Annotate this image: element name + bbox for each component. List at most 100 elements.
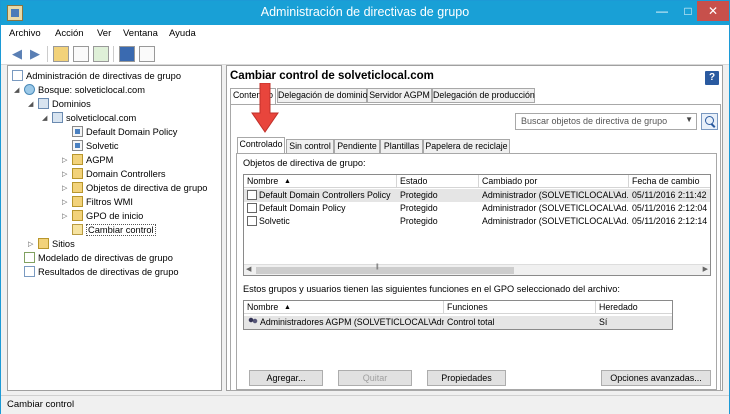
gpo-list-header: Nombre ▲ Estado Cambiado por Fecha de ca…: [244, 175, 710, 188]
show-hide-tree-icon[interactable]: [73, 46, 89, 62]
details-pane: Cambiar control de solveticlocal.com ? C…: [226, 65, 723, 391]
tree-domains[interactable]: Dominios: [38, 98, 91, 111]
chevron-down-icon[interactable]: ▼: [685, 115, 693, 124]
expand-dc-icon[interactable]: ▷: [62, 168, 70, 181]
expand-wmi-icon[interactable]: ▷: [62, 196, 70, 209]
status-bar: Cambiar control: [1, 395, 729, 414]
subtab-papelera[interactable]: Papelera de reciclaje: [423, 139, 510, 154]
toolbar: ◀ ▶: [1, 43, 729, 65]
scroll-right-icon[interactable]: ▶: [703, 265, 708, 273]
gpo-horizontal-scrollbar[interactable]: ◀ ▶: [244, 264, 710, 275]
expand-domains-icon[interactable]: ◢: [28, 98, 36, 111]
scroll-left-icon[interactable]: ◀: [246, 265, 251, 273]
close-button[interactable]: ✕: [697, 1, 729, 21]
sort-asc-icon: ▲: [284, 304, 291, 311]
properties-button[interactable]: Propiedades: [427, 370, 506, 386]
col-fecha[interactable]: Fecha de cambio: [629, 175, 710, 188]
sort-asc-icon: ▲: [284, 178, 291, 185]
forest-icon: [24, 84, 35, 95]
expand-forest-icon[interactable]: ◢: [14, 84, 22, 97]
expand-domain-icon[interactable]: ◢: [42, 112, 50, 125]
tab-servidor-agpm[interactable]: Servidor AGPM: [367, 88, 432, 103]
add-button[interactable]: Agregar...: [249, 370, 323, 386]
page-title: Cambiar control de solveticlocal.com: [230, 70, 434, 82]
main-window: Administración de directivas de grupo — …: [0, 0, 730, 414]
menu-ayuda[interactable]: Ayuda: [169, 28, 196, 39]
tree-forest[interactable]: Bosque: solveticlocal.com: [24, 84, 145, 97]
groups-listview[interactable]: Nombre ▲ Funciones Heredado Administrado…: [243, 300, 673, 330]
tree-item-agpm[interactable]: AGPM: [72, 154, 113, 167]
scroll-thumb[interactable]: [256, 264, 514, 274]
folder-icon: [72, 196, 83, 207]
tree-item-default-domain-policy[interactable]: Default Domain Policy: [72, 126, 177, 139]
gpo-listview[interactable]: Nombre ▲ Estado Cambiado por Fecha de ca…: [243, 174, 711, 276]
tree-root[interactable]: Administración de directivas de grupo: [12, 70, 181, 83]
expand-gpo-objects-icon[interactable]: ▷: [62, 182, 70, 195]
search-icon[interactable]: [701, 113, 718, 130]
up-folder-icon[interactable]: [53, 46, 69, 62]
tree-item-wmi-filters[interactable]: Filtros WMI: [72, 196, 133, 209]
menu-archivo[interactable]: Archivo: [9, 28, 41, 39]
refresh-icon[interactable]: [93, 46, 109, 62]
tree-item-gpo-objects[interactable]: Objetos de directiva de grupo: [72, 182, 207, 195]
gpo-icon: [247, 203, 257, 213]
subtab-controlado[interactable]: Controlado: [237, 137, 285, 154]
expand-sites-icon[interactable]: ▷: [28, 238, 36, 251]
expand-agpm-icon[interactable]: ▷: [62, 154, 70, 167]
results-icon: [24, 266, 35, 277]
expand-starter-gpo-icon[interactable]: ▷: [62, 210, 70, 223]
tab-delegacion-produccion[interactable]: Delegación de producción: [432, 88, 535, 103]
tree-modeling[interactable]: Modelado de directivas de grupo: [24, 252, 173, 265]
tree-item-starter-gpo[interactable]: GPO de inicio: [72, 210, 143, 223]
table-row[interactable]: Administradores AGPM (SOLVETICLOCAL\Admi…: [244, 316, 672, 329]
subtab-pendiente[interactable]: Pendiente: [334, 139, 380, 154]
menu-ver[interactable]: Ver: [97, 28, 111, 39]
sites-icon: [38, 238, 49, 249]
search-input[interactable]: Buscar objetos de directiva de grupo ▼: [515, 113, 697, 130]
tree-item-domain-controllers[interactable]: Domain Controllers: [72, 168, 166, 181]
help-icon[interactable]: ?: [705, 71, 719, 85]
menu-accion[interactable]: Acción: [55, 28, 84, 39]
col-heredado[interactable]: Heredado: [596, 301, 672, 314]
gpo-link-icon: [72, 126, 83, 137]
title-bar: Administración de directivas de grupo — …: [1, 1, 729, 25]
groups-section-label: Estos grupos y usuarios tienen las sigui…: [243, 284, 620, 294]
help-toolbar-icon[interactable]: [119, 46, 135, 62]
tree-item-change-control[interactable]: Cambiar control: [72, 224, 156, 237]
group-users-icon: [247, 317, 258, 327]
menu-bar: Archivo Acción Ver Ventana Ayuda: [1, 25, 729, 43]
tree-sites[interactable]: Sitios: [38, 238, 75, 251]
forward-arrow-icon[interactable]: ▶: [27, 46, 43, 62]
contenido-panel: Buscar objetos de directiva de grupo ▼ C…: [230, 104, 721, 391]
red-arrow-annotation: [251, 83, 279, 133]
window-title: Administración de directivas de grupo: [260, 5, 470, 19]
folder-icon: [72, 182, 83, 193]
groups-list-header: Nombre ▲ Funciones Heredado: [244, 301, 672, 314]
ou-icon: [72, 168, 83, 179]
menu-ventana[interactable]: Ventana: [123, 28, 158, 39]
remove-button[interactable]: Quitar: [338, 370, 412, 386]
table-row[interactable]: Default Domain Policy Protegido Administ…: [244, 202, 710, 215]
subtab-plantillas[interactable]: Plantillas: [380, 139, 423, 154]
controlado-panel: Objetos de directiva de grupo: Nombre ▲ …: [236, 153, 717, 390]
table-row[interactable]: Default Domain Controllers Policy Proteg…: [244, 189, 710, 202]
advanced-options-button[interactable]: Opciones avanzadas...: [601, 370, 711, 386]
modeling-icon: [24, 252, 35, 263]
tree-results[interactable]: Resultados de directivas de grupo: [24, 266, 179, 279]
col-group-nombre[interactable]: Nombre ▲: [244, 301, 444, 314]
col-funciones[interactable]: Funciones: [444, 301, 596, 314]
tree-domain[interactable]: solveticlocal.com: [52, 112, 136, 125]
subtab-sin-control[interactable]: Sin control: [286, 139, 334, 154]
gpmc-root-icon: [12, 70, 23, 81]
gpo-icon: [247, 190, 257, 200]
col-cambiado-por[interactable]: Cambiado por: [479, 175, 629, 188]
minimize-button[interactable]: —: [649, 1, 675, 21]
tree-item-solvetic[interactable]: Solvetic: [72, 140, 119, 153]
col-estado[interactable]: Estado: [397, 175, 479, 188]
table-row[interactable]: Solvetic Protegido Administrador (SOLVET…: [244, 215, 710, 228]
properties-toolbar-icon[interactable]: [139, 46, 155, 62]
status-text: Cambiar control: [7, 399, 75, 410]
tab-delegacion-dominio[interactable]: Delegación de dominio: [277, 88, 368, 103]
back-arrow-icon[interactable]: ◀: [9, 46, 25, 62]
col-nombre[interactable]: Nombre ▲: [244, 175, 397, 188]
